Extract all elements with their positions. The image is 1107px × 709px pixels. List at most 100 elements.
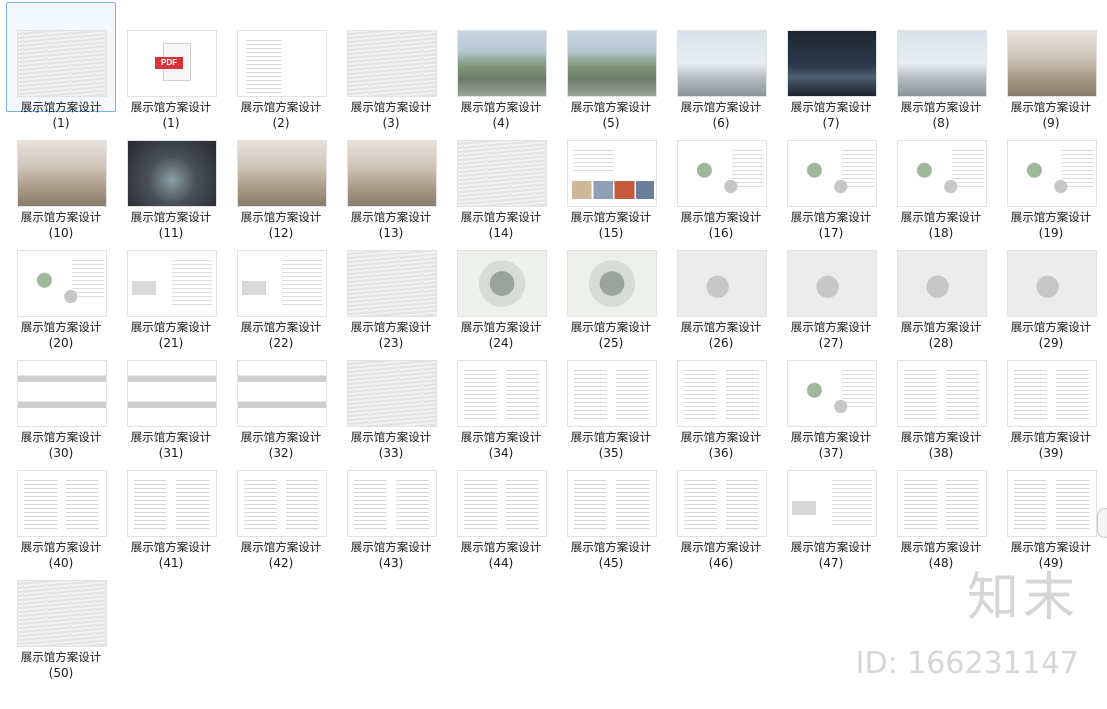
file-item[interactable]: 展示馆方案设计 (25) — [556, 222, 666, 350]
file-thumbnail — [127, 470, 217, 537]
file-item[interactable]: 展示馆方案设计 (8) — [886, 2, 996, 130]
file-item[interactable]: 展示馆方案设计 (44) — [446, 442, 556, 570]
file-thumbnail — [787, 30, 877, 97]
file-item[interactable]: 展示馆方案设计 (15) — [556, 112, 666, 240]
file-grid: 展示馆方案设计 (1) PDF 展示馆方案设计 (1) 展示馆方案设计 (2) 展示馆方案设计… — [6, 2, 1106, 680]
file-thumbnail — [567, 30, 657, 97]
file-item[interactable]: 展示馆方案设计 (36) — [666, 332, 776, 460]
file-item[interactable]: 展示馆方案设计 (34) — [446, 332, 556, 460]
file-item[interactable]: 展示馆方案设计 (13) — [336, 112, 446, 240]
file-thumbnail — [787, 250, 877, 317]
file-item[interactable]: 展示馆方案设计 (37) — [776, 332, 886, 460]
file-item[interactable]: 展示馆方案设计 (18) — [886, 112, 996, 240]
watermark-logo: 知末 — [966, 568, 1079, 628]
file-thumbnail — [567, 470, 657, 537]
file-thumbnail — [457, 250, 547, 317]
file-item[interactable]: 展示馆方案设计 (14) — [446, 112, 556, 240]
file-item[interactable]: 展示馆方案设计 (31) — [116, 332, 226, 460]
file-thumbnail — [567, 140, 657, 207]
file-thumbnail — [347, 470, 437, 537]
file-item[interactable]: 展示馆方案设计 (10) — [6, 112, 116, 240]
file-item[interactable]: 展示馆方案设计 (50) — [6, 552, 116, 680]
file-thumbnail — [897, 250, 987, 317]
file-thumbnail — [347, 250, 437, 317]
file-thumbnail — [347, 360, 437, 427]
file-item[interactable]: 展示馆方案设计 (11) — [116, 112, 226, 240]
file-thumbnail — [17, 30, 107, 97]
file-item[interactable]: 展示馆方案设计 (39) — [996, 332, 1106, 460]
file-thumbnail — [237, 470, 327, 537]
file-item[interactable]: 展示馆方案设计 (1) — [6, 2, 116, 130]
file-item[interactable]: 展示馆方案设计 (2) — [226, 2, 336, 130]
file-item[interactable]: 展示馆方案设计 (4) — [446, 2, 556, 130]
file-number: (41) — [158, 556, 184, 570]
file-number: (43) — [378, 556, 404, 570]
file-item[interactable]: 展示馆方案设计 (41) — [116, 442, 226, 570]
file-thumbnail — [567, 360, 657, 427]
file-item[interactable]: 展示馆方案设计 (6) — [666, 2, 776, 130]
file-thumbnail — [787, 140, 877, 207]
scroll-handle[interactable] — [1097, 508, 1107, 538]
file-item[interactable]: 展示馆方案设计 (19) — [996, 112, 1106, 240]
file-item[interactable]: 展示馆方案设计 (23) — [336, 222, 446, 350]
file-thumbnail — [897, 470, 987, 537]
file-thumbnail — [457, 470, 547, 537]
file-item[interactable]: PDF 展示馆方案设计 (1) — [116, 2, 226, 130]
file-item[interactable]: 展示馆方案设计 (33) — [336, 332, 446, 460]
file-thumbnail — [567, 250, 657, 317]
watermark: 知末 ID: 166231147 — [856, 568, 1079, 682]
file-thumbnail — [677, 30, 767, 97]
file-item[interactable]: 展示馆方案设计 (46) — [666, 442, 776, 570]
watermark-id: ID: 166231147 — [855, 646, 1079, 681]
file-item[interactable]: 展示馆方案设计 (3) — [336, 2, 446, 130]
file-item[interactable]: 展示馆方案设计 (12) — [226, 112, 336, 240]
file-item[interactable]: 展示馆方案设计 (26) — [666, 222, 776, 350]
file-thumbnail — [127, 360, 217, 427]
file-thumbnail — [457, 30, 547, 97]
file-item[interactable]: 展示馆方案设计 (43) — [336, 442, 446, 570]
file-thumbnail — [237, 360, 327, 427]
file-name: 展示馆方案设计 — [680, 540, 762, 554]
file-number: (50) — [48, 666, 74, 680]
file-name: 展示馆方案设计 — [570, 540, 652, 554]
file-name: 展示馆方案设计 — [900, 540, 982, 554]
file-thumbnail — [17, 470, 107, 537]
file-thumbnail — [1007, 360, 1097, 427]
file-item[interactable]: 展示馆方案设计 (27) — [776, 222, 886, 350]
file-item[interactable]: 展示馆方案设计 (22) — [226, 222, 336, 350]
file-thumbnail — [677, 360, 767, 427]
file-item[interactable]: 展示馆方案设计 (49) — [996, 442, 1106, 570]
file-item[interactable]: 展示馆方案设计 (38) — [886, 332, 996, 460]
file-item[interactable]: 展示馆方案设计 (24) — [446, 222, 556, 350]
file-item[interactable]: 展示馆方案设计 (40) — [6, 442, 116, 570]
file-item[interactable]: 展示馆方案设计 (5) — [556, 2, 666, 130]
file-item[interactable]: 展示馆方案设计 (28) — [886, 222, 996, 350]
file-number: (45) — [598, 556, 624, 570]
file-item[interactable]: 展示馆方案设计 (45) — [556, 442, 666, 570]
file-thumbnail — [677, 140, 767, 207]
file-item[interactable]: 展示馆方案设计 (17) — [776, 112, 886, 240]
file-item[interactable]: 展示馆方案设计 (47) — [776, 442, 886, 570]
file-item[interactable]: 展示馆方案设计 (7) — [776, 2, 886, 130]
file-item[interactable]: 展示馆方案设计 (32) — [226, 332, 336, 460]
file-thumbnail — [677, 250, 767, 317]
file-thumbnail — [677, 470, 767, 537]
file-number: (46) — [708, 556, 734, 570]
file-name: 展示馆方案设计 — [20, 650, 102, 664]
file-thumbnail — [17, 580, 107, 647]
file-item[interactable]: 展示馆方案设计 (48) — [886, 442, 996, 570]
file-item[interactable]: 展示馆方案设计 (42) — [226, 442, 336, 570]
file-item[interactable]: 展示馆方案设计 (35) — [556, 332, 666, 460]
file-thumbnail — [457, 140, 547, 207]
file-item[interactable]: 展示馆方案设计 (21) — [116, 222, 226, 350]
file-item[interactable]: 展示馆方案设计 (30) — [6, 332, 116, 460]
file-item[interactable]: 展示馆方案设计 (29) — [996, 222, 1106, 350]
file-item[interactable]: 展示馆方案设计 (16) — [666, 112, 776, 240]
file-thumbnail — [17, 360, 107, 427]
file-thumbnail — [1007, 140, 1097, 207]
file-item[interactable]: 展示馆方案设计 (9) — [996, 2, 1106, 130]
file-thumbnail — [1007, 250, 1097, 317]
file-item[interactable]: 展示馆方案设计 (20) — [6, 222, 116, 350]
file-thumbnail — [457, 360, 547, 427]
file-thumbnail — [787, 360, 877, 427]
